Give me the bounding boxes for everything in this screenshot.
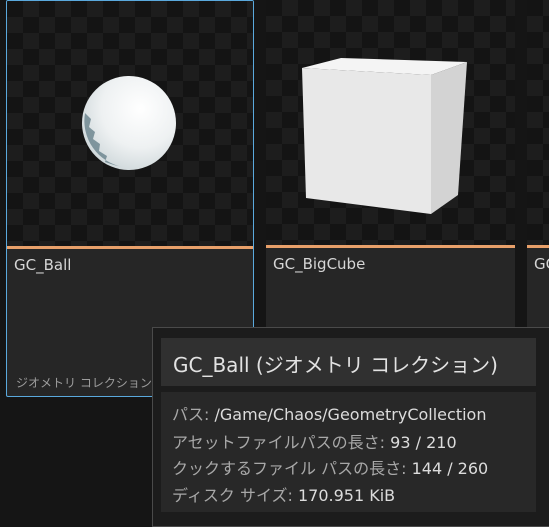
asset-type-color-bar [527, 245, 549, 248]
asset-path-length-label: アセットファイルパスの長さ: [172, 433, 386, 452]
cook-path-length-value: 144 / 260 [411, 459, 489, 478]
asset-thumbnail [527, 0, 549, 245]
tooltip-asset-path-length-row: アセットファイルパスの長さ: 93 / 210 [172, 429, 457, 453]
path-label: パス: [172, 405, 210, 424]
asset-name: GC_BigCube [273, 255, 366, 273]
cube-thumbnail-icon [302, 58, 467, 214]
asset-type-color-bar [266, 245, 515, 248]
asset-type-color-bar [7, 246, 253, 249]
asset-name: GC [534, 255, 549, 273]
tooltip-title: GC_Ball (ジオメトリ コレクション) [173, 353, 498, 377]
asset-tooltip: GC_Ball (ジオメトリ コレクション) パス: /Game/Chaos/G… [152, 327, 549, 527]
asset-thumbnail [7, 1, 253, 246]
tooltip-cook-path-length-row: クックするファイル パスの長さ: 144 / 260 [172, 455, 488, 479]
disk-size-value: 170.951 KiB [297, 486, 396, 505]
path-value: /Game/Chaos/GeometryCollection [214, 405, 487, 424]
tooltip-path-row: パス: /Game/Chaos/GeometryCollection [172, 401, 486, 425]
tooltip-details: パス: /Game/Chaos/GeometryCollection アセットフ… [161, 392, 536, 512]
ball-thumbnail-icon [82, 76, 176, 170]
disk-size-label: ディスク サイズ: [172, 486, 293, 505]
asset-type-label: ジオメトリ コレクション [16, 376, 152, 390]
tooltip-disk-size-row: ディスク サイズ: 170.951 KiB [172, 482, 395, 506]
asset-path-length-value: 93 / 210 [390, 433, 457, 452]
asset-name: GC_Ball [14, 256, 72, 274]
asset-thumbnail [266, 0, 515, 245]
tooltip-header: GC_Ball (ジオメトリ コレクション) [161, 338, 536, 386]
cook-path-length-label: クックするファイル パスの長さ: [172, 459, 407, 478]
